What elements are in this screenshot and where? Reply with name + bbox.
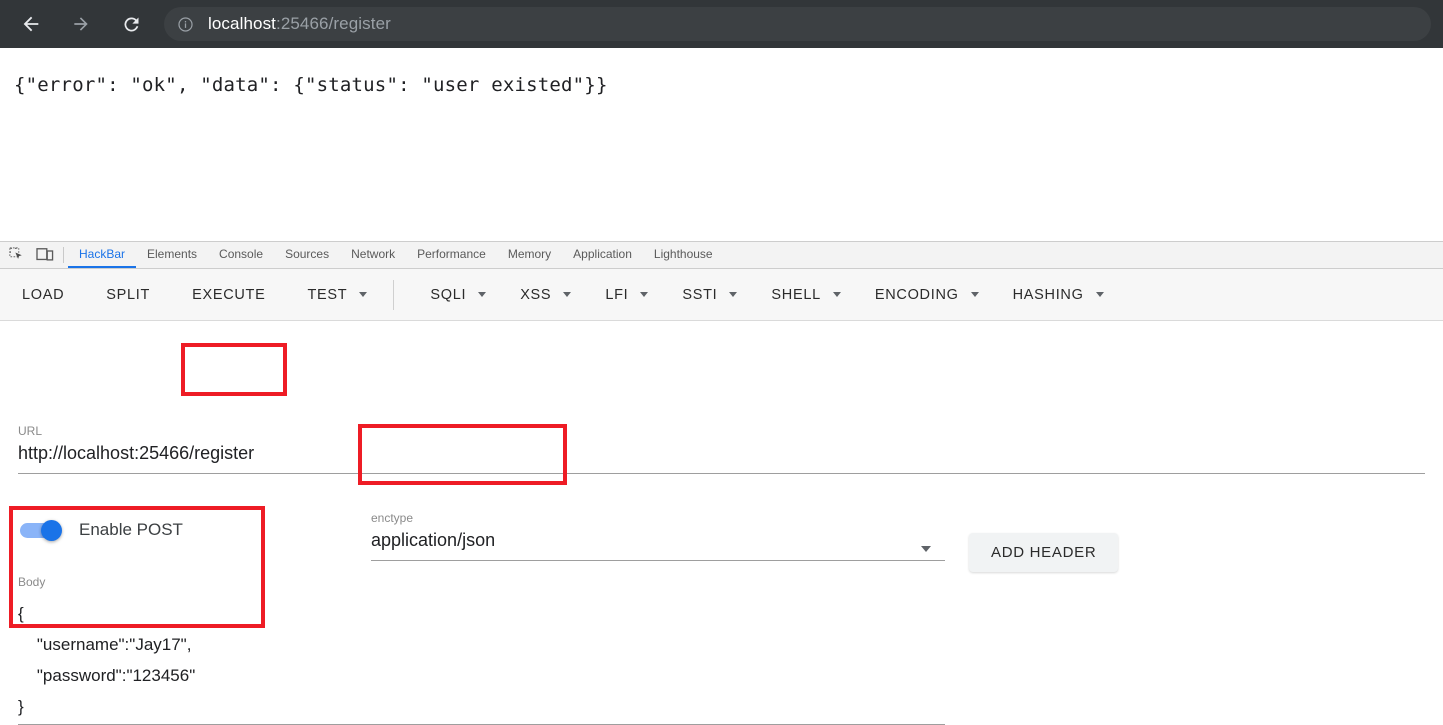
execute-button[interactable]: EXECUTE xyxy=(192,281,265,309)
chevron-down-icon[interactable] xyxy=(921,546,931,552)
tab-hackbar[interactable]: HackBar xyxy=(68,242,137,268)
devtools-icon-separator xyxy=(63,247,64,263)
toolbar-divider xyxy=(393,279,395,310)
shell-menu-button[interactable]: SHELL xyxy=(771,281,841,309)
devtools-tabbar: HackBar Elements Console Sources Network… xyxy=(0,242,1443,269)
lfi-menu-button[interactable]: LFI xyxy=(605,281,649,309)
button-label: TEST xyxy=(307,286,348,303)
tab-label: Performance xyxy=(417,247,486,261)
tab-label: Sources xyxy=(285,247,330,261)
button-label: ADD HEADER xyxy=(991,544,1097,561)
button-label: LOAD xyxy=(22,286,65,303)
hackbar-form: URL http://localhost:25466/register Enab… xyxy=(0,321,1443,725)
enctype-underline xyxy=(371,560,945,561)
sqli-menu-button[interactable]: SQLI xyxy=(430,281,487,309)
encoding-menu-button[interactable]: ENCODING xyxy=(875,281,979,309)
chevron-down-icon xyxy=(359,292,368,297)
enable-post-label: Enable POST xyxy=(79,520,183,539)
test-menu-button[interactable]: TEST xyxy=(307,281,368,309)
enctype-select-value[interactable]: application/json xyxy=(371,530,945,551)
chevron-down-icon xyxy=(970,292,979,297)
chevron-down-icon xyxy=(640,292,649,297)
url-input[interactable]: http://localhost:25466/register xyxy=(18,443,1425,464)
tab-label: Console xyxy=(219,247,264,261)
tab-performance[interactable]: Performance xyxy=(406,242,497,268)
toggle-knob xyxy=(41,519,62,541)
forward-button[interactable] xyxy=(63,6,99,42)
url-label: URL xyxy=(18,424,43,438)
page-viewport: {"error": "ok", "data": {"status": "user… xyxy=(0,48,1443,241)
xss-menu-button[interactable]: XSS xyxy=(520,281,572,309)
address-bar[interactable]: localhost:25466/register xyxy=(164,7,1431,41)
load-button[interactable]: LOAD xyxy=(22,281,64,309)
chevron-down-icon xyxy=(729,292,738,297)
enctype-field[interactable]: enctype application/json xyxy=(371,511,945,561)
reload-button[interactable] xyxy=(113,6,149,42)
body-textarea[interactable]: { "username":"Jay17", "password":"123456… xyxy=(18,598,945,718)
back-button[interactable] xyxy=(13,6,49,42)
tab-console[interactable]: Console xyxy=(208,242,274,268)
button-label: HASHING xyxy=(1012,286,1084,303)
button-label: SSTI xyxy=(682,286,718,303)
arrow-right-icon xyxy=(71,14,91,34)
tab-application[interactable]: Application xyxy=(562,242,643,268)
hackbar-toolbar: LOAD SPLIT EXECUTE TEST SQLI XSS LFI SST… xyxy=(0,269,1443,321)
chevron-down-icon xyxy=(478,292,487,297)
address-path: :25466/register xyxy=(276,14,391,33)
inspect-element-icon[interactable] xyxy=(7,246,27,265)
tab-lighthouse[interactable]: Lighthouse xyxy=(643,242,724,268)
browser-toolbar: localhost:25466/register xyxy=(0,0,1443,48)
chevron-down-icon xyxy=(563,292,572,297)
url-underline xyxy=(18,473,1425,474)
button-label: SPLIT xyxy=(106,286,151,303)
hashing-menu-button[interactable]: HASHING xyxy=(1013,281,1104,309)
tab-label: Elements xyxy=(147,247,198,261)
url-field[interactable]: URL http://localhost:25466/register xyxy=(18,424,1425,474)
tab-label: Network xyxy=(351,247,396,261)
split-button[interactable]: SPLIT xyxy=(106,281,150,309)
address-host: localhost xyxy=(208,14,276,33)
button-label: SHELL xyxy=(771,286,821,303)
add-header-button[interactable]: ADD HEADER xyxy=(969,533,1119,572)
ssti-menu-button[interactable]: SSTI xyxy=(682,281,738,309)
devtools-tool-icons xyxy=(0,242,61,268)
json-response-text: {"error": "ok", "data": {"status": "user… xyxy=(14,74,608,96)
body-field[interactable]: Body { "username":"Jay17", "password":"1… xyxy=(18,575,945,725)
arrow-left-icon xyxy=(20,13,42,35)
chevron-down-icon xyxy=(1095,292,1104,297)
post-options-row: Enable POST enctype application/json ADD… xyxy=(0,511,1443,572)
button-label: LFI xyxy=(605,286,629,303)
device-toolbar-icon[interactable] xyxy=(35,246,55,265)
tab-label: Memory xyxy=(507,247,552,261)
tab-label: Application xyxy=(573,247,632,261)
devtools-panel: HackBar Elements Console Sources Network… xyxy=(0,241,1443,725)
enctype-label: enctype xyxy=(371,511,414,525)
tab-network[interactable]: Network xyxy=(340,242,406,268)
reload-icon xyxy=(121,14,142,35)
tab-label: Lighthouse xyxy=(653,247,713,261)
toggle-track[interactable] xyxy=(20,519,62,541)
button-label: EXECUTE xyxy=(192,286,266,303)
tab-elements[interactable]: Elements xyxy=(136,242,208,268)
tab-label: HackBar xyxy=(79,247,126,261)
tab-sources[interactable]: Sources xyxy=(274,242,340,268)
body-label: Body xyxy=(18,575,46,589)
address-bar-text: localhost:25466/register xyxy=(208,14,391,34)
chevron-down-icon xyxy=(832,292,841,297)
info-circle-icon[interactable] xyxy=(176,15,194,33)
tab-memory[interactable]: Memory xyxy=(497,242,562,268)
button-label: ENCODING xyxy=(874,286,959,303)
button-label: XSS xyxy=(520,286,552,303)
devtools-tabs: HackBar Elements Console Sources Network… xyxy=(68,242,724,268)
button-label: SQLI xyxy=(430,286,467,303)
enable-post-toggle[interactable]: Enable POST xyxy=(20,519,183,541)
